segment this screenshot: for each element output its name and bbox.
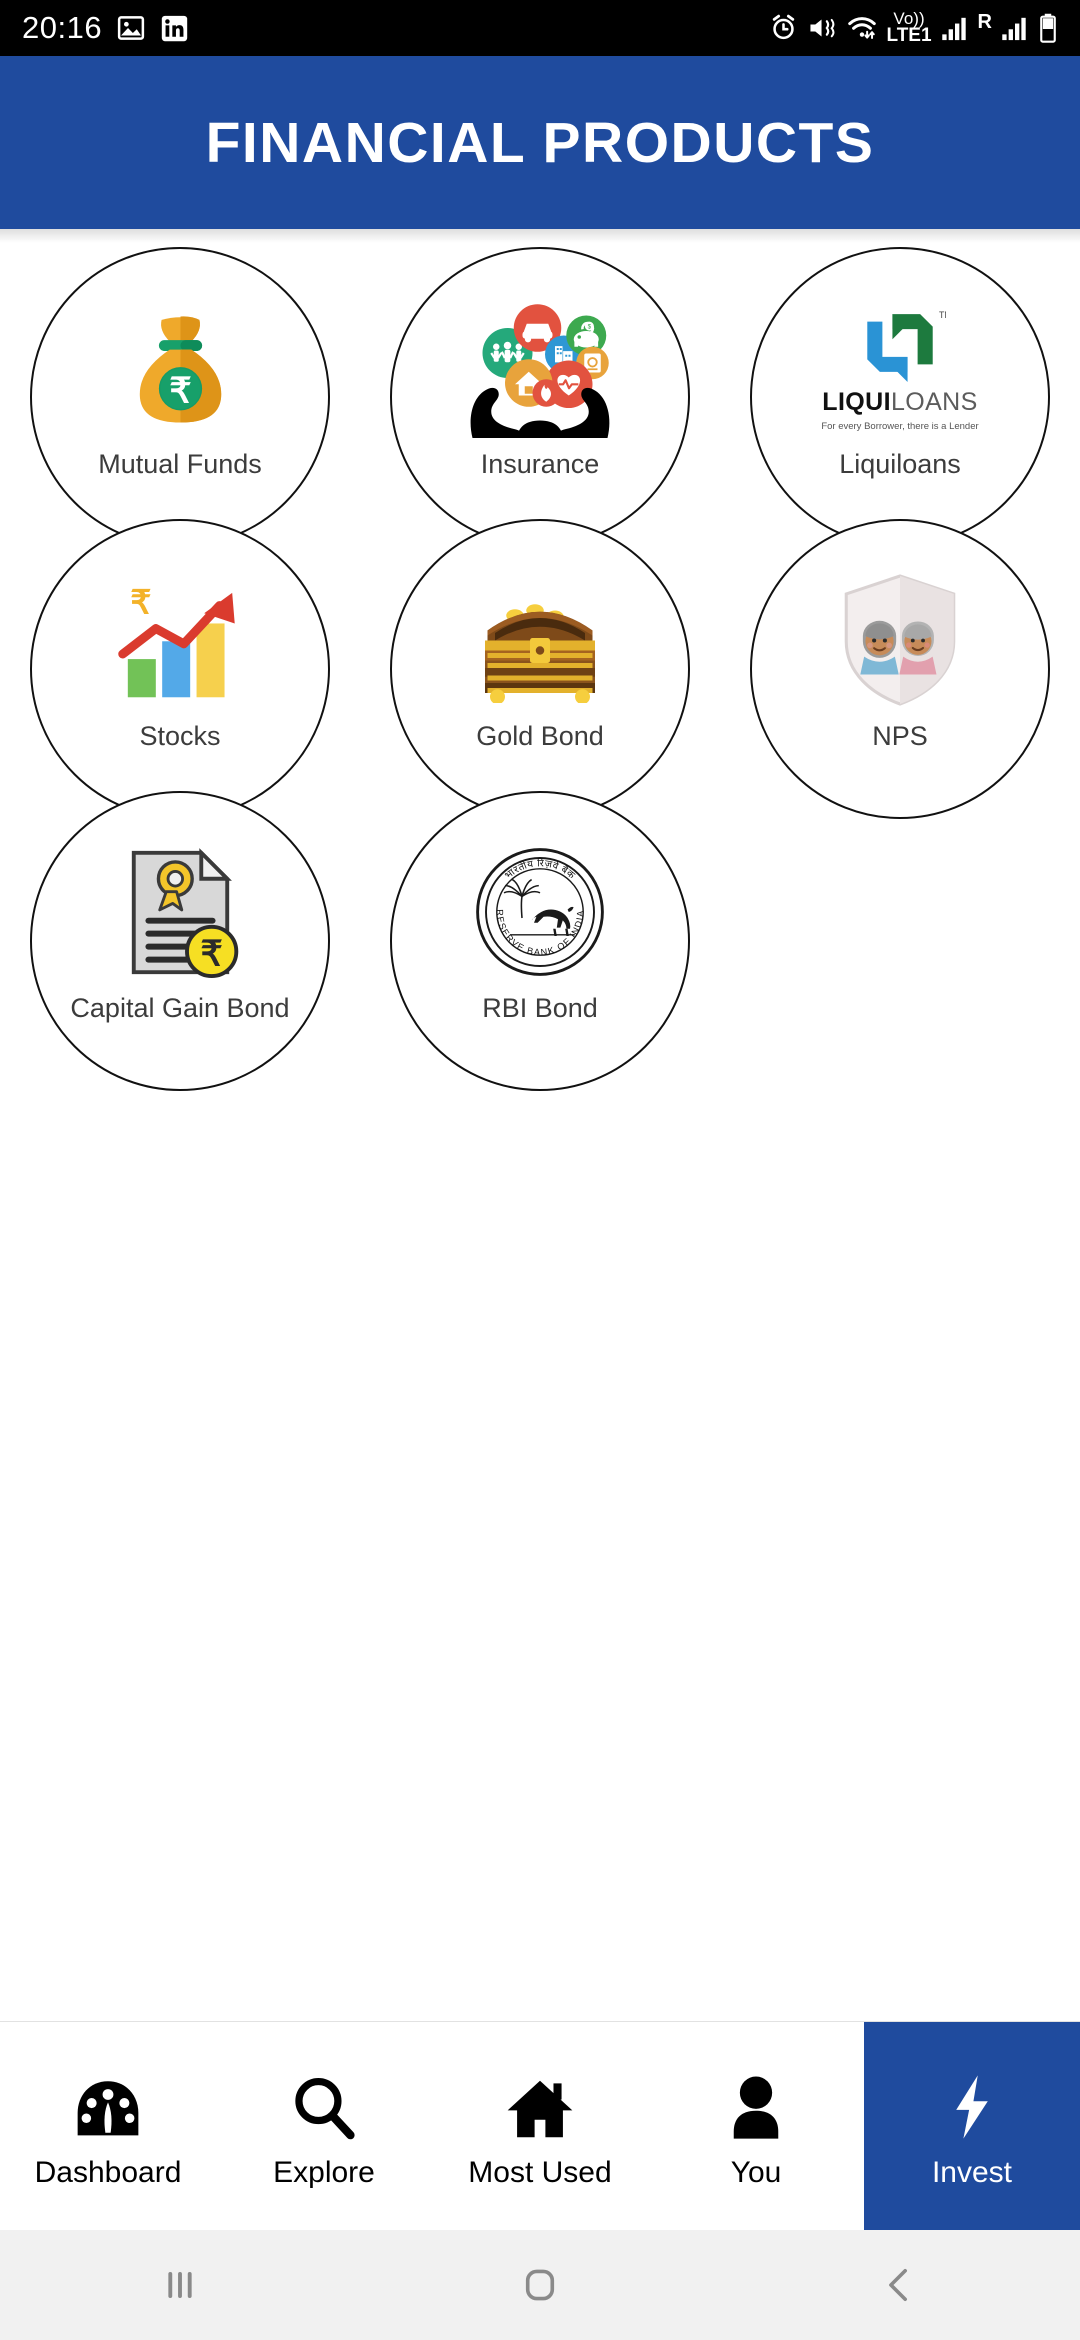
lightning-bolt-icon: [945, 2062, 999, 2140]
liquiloans-tm: TM: [939, 310, 946, 320]
rounded-square-icon: [525, 2269, 555, 2301]
wifi-icon: [846, 14, 878, 42]
product-cell: ₹ Capital Gain Bond: [0, 791, 360, 1091]
svg-text:₹: ₹: [169, 371, 191, 410]
roaming-label: R: [977, 10, 992, 33]
mute-vibrate-icon: [807, 14, 837, 42]
product-cell: NPS: [720, 519, 1080, 819]
product-label: Mutual Funds: [98, 449, 262, 479]
nav-item-most-used[interactable]: Most Used: [432, 2022, 648, 2230]
product-tile-gold-bond[interactable]: Gold Bond: [390, 519, 690, 819]
volte-icon: Vo)) LTE1: [886, 10, 932, 47]
status-bar-right: Vo)) LTE1 R: [769, 10, 1059, 47]
header-shadow: [0, 229, 1080, 243]
liquiloans-wordmark-light: LOANS: [890, 388, 978, 416]
nav-label: Invest: [931, 2156, 1013, 2189]
svg-text:₹: ₹: [130, 584, 151, 621]
signal-sim1-icon: [941, 14, 969, 42]
nav-item-dashboard[interactable]: Dashboard: [0, 2022, 216, 2230]
three-bars-icon: [168, 2272, 192, 2298]
money-bag-rupee-icon: ₹: [80, 293, 280, 443]
bottom-navigation: Dashboard Explore Most Used You Invest: [0, 2021, 1080, 2230]
hands-holding-insurance-icons: $: [440, 293, 640, 443]
document-rupee-coin-icon: ₹: [80, 837, 280, 987]
liquiloans-wordmark-bold: LIQUI: [822, 388, 891, 416]
product-label: Stocks: [139, 721, 221, 751]
product-label: Capital Gain Bond: [70, 993, 290, 1023]
nav-item-you[interactable]: You: [648, 2022, 864, 2230]
product-cell: ₹ Stocks: [0, 519, 360, 819]
nav-item-explore[interactable]: Explore: [216, 2022, 432, 2230]
nav-label: Most Used: [468, 2156, 612, 2189]
liquiloans-logo: TM LIQUI LOANS For every Borrower, there…: [800, 293, 1000, 443]
back-button[interactable]: [720, 2263, 1080, 2307]
products-content: ₹ Mutual Funds $ Insurance T LIQUI LOANS…: [0, 243, 1080, 2021]
android-navigation-bar: [0, 2230, 1080, 2340]
product-tile-capital-gain-bond[interactable]: ₹ Capital Gain Bond: [30, 791, 330, 1091]
product-tile-nps[interactable]: NPS: [750, 519, 1050, 819]
product-tile-insurance[interactable]: $ Insurance: [390, 247, 690, 547]
dashboard-gauge-icon: [75, 2062, 141, 2140]
svg-text:₹: ₹: [200, 934, 222, 973]
recents-button[interactable]: [0, 2263, 360, 2307]
app-header: FINANCIAL PRODUCTS: [0, 56, 1080, 229]
svg-text:$: $: [588, 324, 592, 331]
product-tile-liquiloans[interactable]: TM LIQUI LOANS For every Borrower, there…: [750, 247, 1050, 547]
product-cell: TM LIQUI LOANS For every Borrower, there…: [720, 247, 1080, 547]
growth-chart-rupee-icon: ₹: [80, 565, 280, 715]
product-cell: Gold Bond: [360, 519, 720, 819]
product-cell: ₹ Mutual Funds: [0, 247, 360, 547]
roaming-icon: R: [978, 11, 992, 34]
product-cell: $ Insurance: [360, 247, 720, 547]
volte-label-bottom: LTE1: [886, 25, 932, 47]
home-button[interactable]: [360, 2263, 720, 2307]
product-grid: ₹ Mutual Funds $ Insurance T LIQUI LOANS…: [0, 243, 1080, 1091]
product-label: NPS: [872, 721, 928, 751]
nav-item-invest[interactable]: Invest: [864, 2022, 1080, 2230]
home-icon: [504, 2062, 576, 2140]
rbi-seal-icon: भारतीय रिज़र्व बैंक RESERVE BANK OF INDI…: [440, 837, 640, 987]
signal-sim2-icon: [1001, 14, 1029, 42]
status-bar-clock: 20:16: [22, 10, 103, 45]
person-icon: [726, 2062, 786, 2140]
product-label: Gold Bond: [476, 721, 604, 751]
status-bar: 20:16 Vo)) LTE1 R: [0, 0, 1080, 56]
chevron-left-icon: [889, 2268, 907, 2302]
linkedin-icon: [160, 14, 189, 43]
nav-label: Dashboard: [34, 2156, 182, 2189]
nav-label: You: [730, 2156, 782, 2189]
battery-icon: [1038, 13, 1058, 43]
status-bar-left: 20:16: [22, 10, 189, 46]
product-label: Insurance: [480, 449, 600, 479]
liquiloans-tagline: For every Borrower, there is a Lender: [821, 421, 979, 432]
alarm-icon: [769, 13, 798, 42]
product-tile-mutual-funds[interactable]: ₹ Mutual Funds: [30, 247, 330, 547]
product-tile-rbi-bond[interactable]: भारतीय रिज़र्व बैंक RESERVE BANK OF INDI…: [390, 791, 690, 1091]
product-label: Liquiloans: [839, 449, 961, 479]
search-magnifier-icon: [292, 2062, 356, 2140]
product-label: RBI Bond: [482, 993, 598, 1023]
product-cell: भारतीय रिज़र्व बैंक RESERVE BANK OF INDI…: [360, 791, 720, 1091]
page-title: FINANCIAL PRODUCTS: [205, 110, 875, 175]
treasure-chest-gold-icon: [440, 565, 640, 715]
nav-label: Explore: [273, 2156, 375, 2189]
image-icon: [116, 13, 146, 43]
product-tile-stocks[interactable]: ₹ Stocks: [30, 519, 330, 819]
elderly-couple-shield-icon: [800, 565, 1000, 715]
